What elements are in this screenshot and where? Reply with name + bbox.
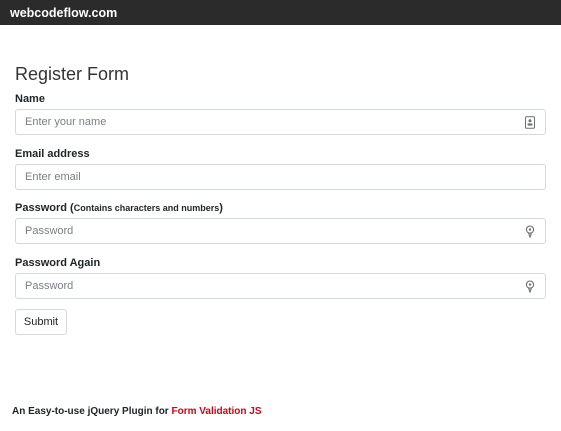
password-again-field-wrapper — [15, 273, 546, 299]
name-label: Name — [15, 93, 45, 105]
name-field-wrapper — [15, 109, 546, 135]
key-icon[interactable] — [524, 225, 536, 238]
password-again-label: Password Again — [15, 257, 101, 269]
email-label: Email address — [15, 148, 90, 160]
password-requirement-note: Contains characters and numbers — [73, 203, 220, 213]
footer-caption: An Easy-to-use jQuery Plugin for Form Va… — [12, 406, 262, 417]
name-input[interactable] — [16, 110, 545, 134]
email-field-wrapper — [15, 164, 546, 190]
form-title: Register Form — [15, 64, 130, 84]
contact-card-icon[interactable] — [524, 116, 536, 129]
submit-button[interactable]: Submit — [15, 309, 67, 335]
email-input[interactable] — [16, 165, 545, 189]
password-field-wrapper — [15, 218, 546, 244]
footer-highlight-link[interactable]: Form Validation JS — [171, 406, 261, 417]
footer-text: An Easy-to-use jQuery Plugin for — [12, 406, 169, 417]
password-input[interactable] — [16, 219, 545, 243]
site-name: webcodeflow.com — [10, 6, 118, 20]
password-label: Password (Contains characters and number… — [15, 202, 223, 214]
site-header: webcodeflow.com — [0, 0, 561, 25]
password-again-input[interactable] — [16, 274, 545, 298]
key-icon[interactable] — [524, 280, 536, 293]
